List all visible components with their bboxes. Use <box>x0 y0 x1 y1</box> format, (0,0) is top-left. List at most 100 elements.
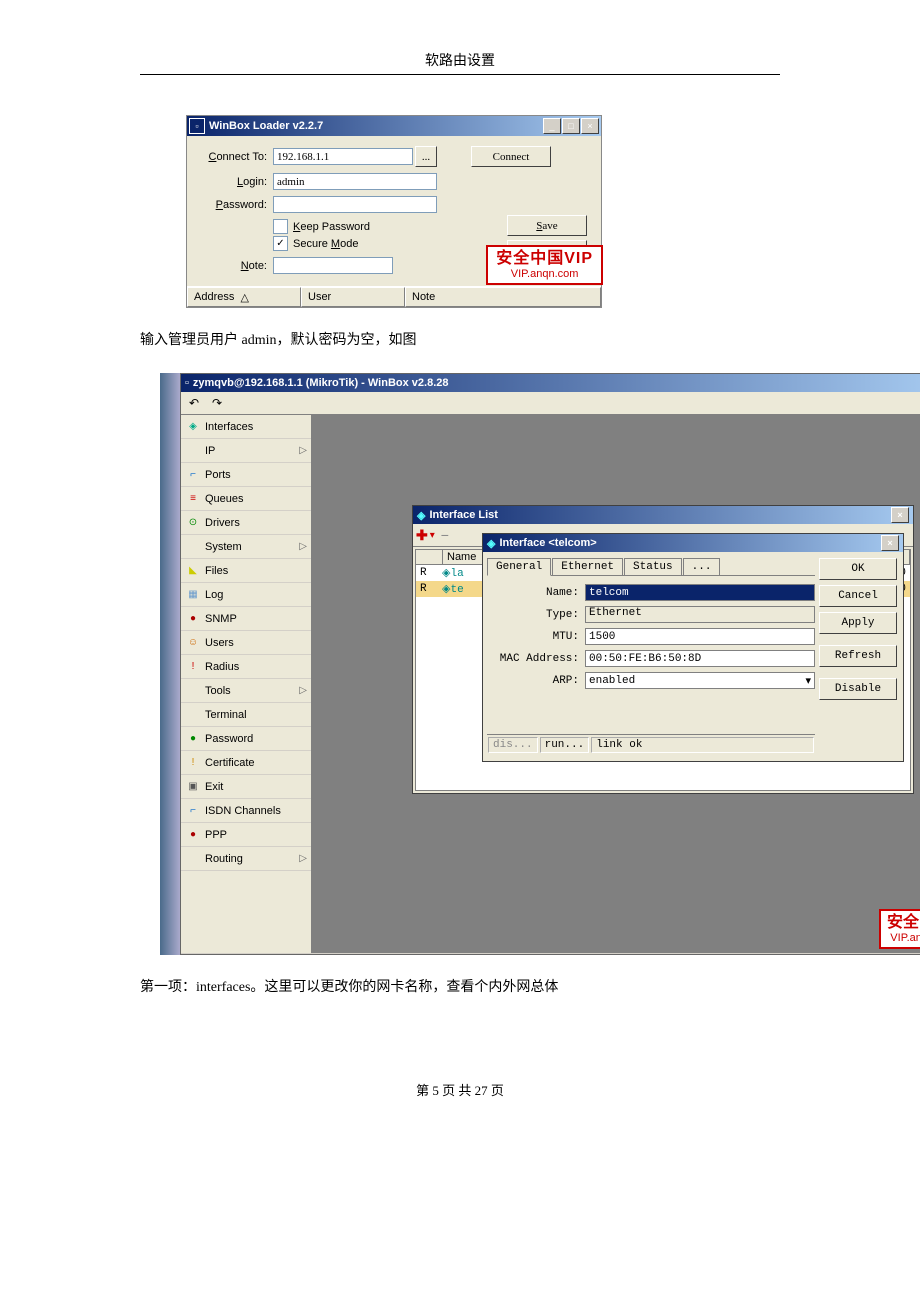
menu-label: Certificate <box>205 757 255 769</box>
disable-button[interactable]: Disable <box>819 678 897 700</box>
sidebar-item-ppp[interactable]: ●PPP <box>181 823 311 847</box>
interface-dialog-titlebar[interactable]: ◈ Interface <telcom> × <box>483 534 903 552</box>
login-label: Login: <box>195 176 273 188</box>
keep-password-checkbox[interactable] <box>273 219 288 234</box>
ok-button[interactable]: OK <box>819 558 897 580</box>
menu-label: System <box>205 541 242 553</box>
sidebar-menu: ◈InterfacesIP▷⌐Ports≡Queues⊙DriversSyste… <box>181 415 312 953</box>
type-value: Ethernet <box>585 606 815 623</box>
menu-label: ISDN Channels <box>205 805 281 817</box>
close-button[interactable]: × <box>581 118 599 134</box>
submenu-arrow-icon: ▷ <box>299 853 307 864</box>
add-dropdown-icon[interactable]: ▾ <box>430 530 435 541</box>
remove-button[interactable]: − <box>441 527 449 543</box>
col-note[interactable]: Note <box>405 287 601 307</box>
menu-label: Tools <box>205 685 231 697</box>
sidebar-item-files[interactable]: ◣Files <box>181 559 311 583</box>
menu-icon: ! <box>185 755 201 771</box>
interface-list-titlebar[interactable]: ◈ Interface List × <box>413 506 913 524</box>
submenu-arrow-icon: ▷ <box>299 685 307 696</box>
mtu-label: MTU: <box>487 631 585 643</box>
menu-label: Terminal <box>205 709 247 721</box>
diamond-icon: ◈ <box>487 537 495 550</box>
sidebar-item-snmp[interactable]: ●SNMP <box>181 607 311 631</box>
password-input[interactable] <box>273 196 437 213</box>
sidebar-item-routing[interactable]: Routing▷ <box>181 847 311 871</box>
sidebar-item-isdn-channels[interactable]: ⌐ ISDN Channels <box>181 799 311 823</box>
save-button[interactable]: Save <box>507 215 587 236</box>
menu-label: IP <box>205 445 215 457</box>
sidebar-item-radius[interactable]: ! Radius <box>181 655 311 679</box>
sidebar-item-terminal[interactable]: Terminal <box>181 703 311 727</box>
menu-label: Password <box>205 733 253 745</box>
desktop-edge <box>160 373 180 955</box>
menu-icon: ◈ <box>185 419 201 435</box>
col-user[interactable]: User <box>301 287 405 307</box>
note-label: Note: <box>195 260 273 272</box>
browse-button[interactable]: ... <box>415 146 437 167</box>
menu-icon: ☺ <box>185 635 201 651</box>
menu-icon: ! <box>185 659 201 675</box>
note-input[interactable] <box>273 257 393 274</box>
connect-to-input[interactable] <box>273 148 413 165</box>
winbox-main-window: ▫ zymqvb@192.168.1.1 (MikroTik) - WinBox… <box>180 373 920 955</box>
secure-mode-checkbox[interactable]: ✓ <box>273 236 288 251</box>
close-icon[interactable]: × <box>881 535 899 551</box>
login-input[interactable] <box>273 173 437 190</box>
minimize-button[interactable]: _ <box>543 118 561 134</box>
apply-button[interactable]: Apply <box>819 612 897 634</box>
password-label: Password: <box>195 199 273 211</box>
menu-label: Ports <box>205 469 231 481</box>
close-icon[interactable]: × <box>891 507 909 523</box>
sidebar-item-exit[interactable]: ▣Exit <box>181 775 311 799</box>
name-input[interactable] <box>585 584 815 601</box>
winbox-loader-window: ▫ WinBox Loader v2.2.7 _ □ × Connect To:… <box>186 115 602 308</box>
col-flag[interactable] <box>416 550 443 564</box>
cancel-button[interactable]: Cancel <box>819 585 897 607</box>
menu-label: Radius <box>205 661 239 673</box>
sidebar-item-interfaces[interactable]: ◈Interfaces <box>181 415 311 439</box>
mac-input[interactable] <box>585 650 815 667</box>
server-list-header: Address △ User Note <box>187 286 601 307</box>
sidebar-item-system[interactable]: System▷ <box>181 535 311 559</box>
sidebar-item-tools[interactable]: Tools ▷ <box>181 679 311 703</box>
sidebar-item-users[interactable]: ☺Users <box>181 631 311 655</box>
paragraph-1: 输入管理员用户 admin，默认密码为空，如图 <box>140 328 780 353</box>
menu-icon: ≡ <box>185 491 201 507</box>
arp-select[interactable]: enabled▾ <box>585 672 815 689</box>
arp-label: ARP: <box>487 675 585 687</box>
loader-title: WinBox Loader v2.2.7 <box>209 120 543 132</box>
name-label: Name: <box>487 587 585 599</box>
col-address[interactable]: Address △ <box>187 287 301 307</box>
menu-icon: ◣ <box>185 563 201 579</box>
add-button[interactable]: ✚ <box>416 527 428 544</box>
tab-more[interactable]: ... <box>683 558 721 575</box>
sidebar-item-queues[interactable]: ≡Queues <box>181 487 311 511</box>
sidebar-item-ip[interactable]: IP▷ <box>181 439 311 463</box>
sidebar-item-drivers[interactable]: ⊙Drivers <box>181 511 311 535</box>
keep-password-label: Keep Password <box>293 221 370 233</box>
loader-titlebar: ▫ WinBox Loader v2.2.7 _ □ × <box>187 116 601 136</box>
refresh-button[interactable]: Refresh <box>819 645 897 667</box>
sidebar-item-ports[interactable]: ⌐Ports <box>181 463 311 487</box>
type-label: Type: <box>487 609 585 621</box>
menu-label: Log <box>205 589 223 601</box>
tab-ethernet[interactable]: Ethernet <box>552 558 623 575</box>
mtu-input[interactable] <box>585 628 815 645</box>
menu-icon: ⌐ <box>185 803 201 819</box>
undo-button[interactable]: ↶ <box>183 393 205 413</box>
connect-button[interactable]: Connect <box>471 146 551 167</box>
maximize-button[interactable]: □ <box>562 118 580 134</box>
tab-status[interactable]: Status <box>624 558 682 575</box>
title-underline <box>140 74 780 75</box>
app-icon: ▫ <box>185 377 189 389</box>
menu-icon: ● <box>185 731 201 747</box>
tab-general[interactable]: General <box>487 558 551 576</box>
sidebar-item-log[interactable]: ▦Log <box>181 583 311 607</box>
redo-button[interactable]: ↷ <box>206 393 228 413</box>
winbox-titlebar: ▫ zymqvb@192.168.1.1 (MikroTik) - WinBox… <box>181 374 920 392</box>
sidebar-item-certificate[interactable]: ! Certificate <box>181 751 311 775</box>
sidebar-item-password[interactable]: ● Password <box>181 727 311 751</box>
watermark-stamp: 安全中国VIP VIP.anqn.com <box>486 245 603 285</box>
winbox-title: zymqvb@192.168.1.1 (MikroTik) - WinBox v… <box>193 377 449 389</box>
